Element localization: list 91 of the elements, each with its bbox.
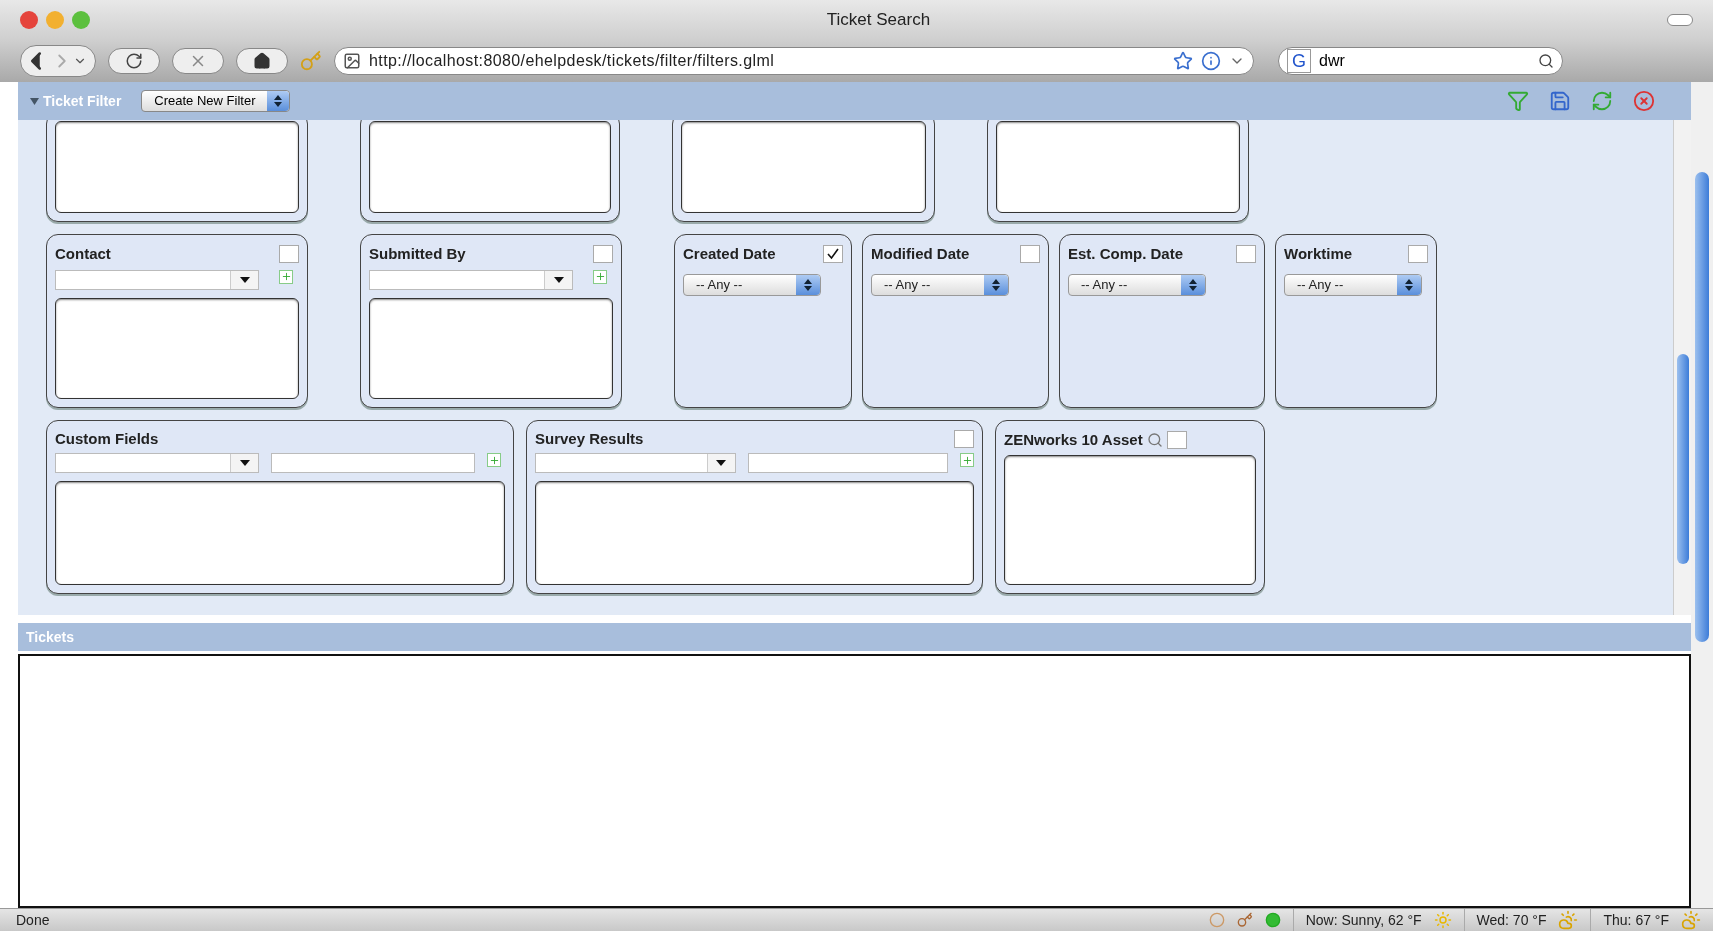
list-box[interactable] bbox=[55, 481, 505, 585]
back-forward-button[interactable] bbox=[20, 45, 96, 77]
section-title: Tickets bbox=[26, 627, 74, 647]
partly-cloudy-icon bbox=[1681, 910, 1701, 930]
panel-title: Submitted By bbox=[369, 244, 466, 264]
delete-filter-icon[interactable] bbox=[1633, 90, 1655, 112]
add-button[interactable] bbox=[487, 453, 501, 467]
refresh-filter-icon[interactable] bbox=[1591, 90, 1613, 112]
panel-title: Worktime bbox=[1284, 244, 1353, 264]
section-title: Ticket Filter bbox=[43, 91, 122, 111]
status-dot-icon[interactable] bbox=[1264, 912, 1281, 928]
add-button[interactable] bbox=[593, 269, 607, 284]
panel-title: ZENworks 10 Asset bbox=[1004, 429, 1143, 450]
checkbox[interactable] bbox=[954, 430, 974, 448]
checkmark-icon bbox=[827, 248, 839, 261]
add-button[interactable] bbox=[279, 269, 293, 284]
search-text: dwr bbox=[1319, 51, 1346, 71]
weather-item[interactable]: Thu: 67 °F bbox=[1590, 909, 1713, 931]
checkbox[interactable] bbox=[279, 245, 299, 264]
checkbox[interactable] bbox=[823, 245, 843, 264]
status-text: Done bbox=[15, 910, 51, 930]
weather-text: Wed: 70 °F bbox=[1476, 910, 1547, 930]
toolbar-toggle-button[interactable] bbox=[1667, 14, 1693, 26]
list-box[interactable] bbox=[369, 121, 611, 213]
save-filter-icon[interactable] bbox=[1549, 90, 1571, 112]
apply-filter-icon[interactable] bbox=[1507, 90, 1529, 112]
reload-button[interactable] bbox=[108, 48, 160, 74]
up-down-arrows-icon bbox=[1189, 278, 1197, 291]
home-button[interactable] bbox=[236, 48, 288, 74]
search-icon[interactable] bbox=[1538, 53, 1554, 69]
scrollbar[interactable] bbox=[1673, 120, 1691, 615]
minimize-button[interactable] bbox=[46, 11, 64, 29]
select-dropdown[interactable]: -- Any -- bbox=[1068, 273, 1206, 296]
combo-box[interactable] bbox=[535, 453, 736, 473]
combo-box[interactable] bbox=[55, 269, 259, 290]
checkbox[interactable] bbox=[1408, 245, 1428, 264]
info-icon[interactable] bbox=[1201, 51, 1221, 71]
text-input[interactable] bbox=[271, 453, 475, 473]
dropdown-arrow-icon bbox=[239, 460, 250, 466]
text-input[interactable] bbox=[747, 453, 949, 473]
up-down-arrows-icon bbox=[274, 95, 283, 107]
page-scrollbar[interactable] bbox=[1691, 82, 1713, 908]
expanded-triangle-icon bbox=[30, 96, 39, 106]
close-button[interactable] bbox=[20, 11, 38, 29]
list-box[interactable] bbox=[1004, 455, 1256, 585]
stop-button[interactable] bbox=[172, 48, 224, 74]
weather-item[interactable]: Now: Sunny, 62 °F bbox=[1292, 909, 1464, 931]
panel-title: Modified Date bbox=[871, 244, 970, 264]
up-down-arrows-icon bbox=[992, 278, 1000, 291]
select-dropdown[interactable]: -- Any -- bbox=[683, 273, 821, 296]
checkbox[interactable] bbox=[593, 245, 613, 264]
zoom-button[interactable] bbox=[72, 11, 90, 29]
weather-text: Now: Sunny, 62 °F bbox=[1305, 910, 1422, 930]
checkbox[interactable] bbox=[1166, 431, 1187, 449]
checkbox[interactable] bbox=[1020, 245, 1040, 264]
weather-text: Thu: 67 °F bbox=[1603, 910, 1669, 930]
dropdown-arrow-icon bbox=[239, 276, 250, 283]
list-box[interactable] bbox=[55, 121, 299, 213]
list-box[interactable] bbox=[535, 481, 974, 585]
combo-box[interactable] bbox=[369, 269, 573, 290]
list-box[interactable] bbox=[681, 121, 926, 213]
up-down-arrows-icon bbox=[1405, 278, 1413, 291]
panel-title: Contact bbox=[55, 244, 111, 264]
panel-title: Created Date bbox=[683, 244, 776, 264]
list-box[interactable] bbox=[369, 297, 613, 399]
dropdown-arrow-icon bbox=[716, 460, 727, 466]
page-icon bbox=[343, 52, 361, 70]
checkbox[interactable] bbox=[1236, 245, 1256, 264]
up-down-arrows-icon bbox=[804, 278, 812, 291]
search-field[interactable]: G dwr bbox=[1278, 47, 1563, 75]
address-field[interactable]: http://localhost:8080/ehelpdesk/tickets/filter/filters.glml bbox=[334, 47, 1254, 75]
add-button[interactable] bbox=[960, 453, 974, 467]
dropdown-arrow-icon bbox=[553, 276, 564, 283]
select-dropdown[interactable]: -- Any -- bbox=[1284, 273, 1422, 296]
select-dropdown[interactable]: -- Any -- bbox=[871, 273, 1009, 296]
home-icon bbox=[253, 52, 271, 70]
filter-select[interactable]: Create New Filter bbox=[141, 90, 291, 112]
bookmark-star-icon[interactable] bbox=[1173, 51, 1193, 71]
reload-icon bbox=[125, 52, 143, 70]
sun-icon bbox=[1433, 911, 1452, 929]
combo-box[interactable] bbox=[55, 453, 259, 473]
panel-title: Survey Results bbox=[535, 428, 644, 449]
panel-title: Est. Comp. Date bbox=[1068, 244, 1184, 264]
window-title: Ticket Search bbox=[825, 9, 932, 32]
list-box[interactable] bbox=[55, 297, 299, 399]
url-text: http://localhost:8080/ehelpdesk/tickets/filter/filters.glml bbox=[369, 51, 776, 71]
partly-cloudy-icon bbox=[1558, 910, 1579, 930]
weather-item[interactable]: Wed: 70 °F bbox=[1463, 909, 1591, 931]
list-box[interactable] bbox=[996, 121, 1240, 213]
panel-title: Custom Fields bbox=[55, 428, 159, 449]
search-engine-button[interactable]: G bbox=[1287, 48, 1311, 74]
